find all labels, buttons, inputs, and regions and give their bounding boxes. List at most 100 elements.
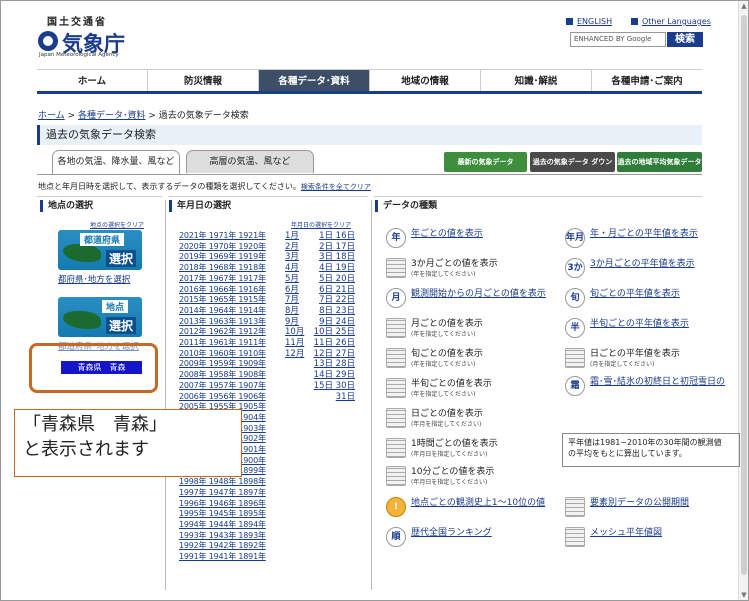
datatype-item[interactable]: 半半旬ごとの平年値を表示 — [565, 318, 689, 338]
year-link[interactable]: 2013年 1963年 1913年 — [179, 317, 266, 328]
datatype-label[interactable]: 地点ごとの観測史上1～10位の値 — [411, 497, 545, 509]
year-link[interactable]: 1997年 1947年 1897年 — [179, 488, 266, 499]
datatype-label[interactable]: 年ごとの値を表示 — [411, 228, 483, 240]
scrollbar-thumb[interactable] — [741, 15, 747, 575]
year-link[interactable]: 2010年 1960年 1910年 — [179, 349, 266, 360]
datatype-item[interactable]: 順歴代全国ランキング — [386, 527, 492, 547]
scroll-down-icon[interactable]: ▼ — [740, 591, 748, 599]
day-link[interactable]: 15日 30日 — [311, 381, 355, 392]
download-banner[interactable]: 過去の気象データ ダウンロード — [530, 152, 615, 186]
nav-region[interactable]: 地域の情報 — [370, 70, 481, 91]
latest-data-banner[interactable]: 最新の気象データ — [444, 152, 527, 172]
datatype-label[interactable]: 旬ごとの平年値を表示 — [590, 288, 680, 300]
year-link[interactable]: 2015年 1965年 1915年 — [179, 295, 266, 306]
year-link[interactable]: 2021年 1971年 1921年 — [179, 231, 266, 242]
datatype-item[interactable]: 月観測開始からの月ごとの値を表示 — [386, 288, 546, 308]
prefecture-select-button[interactable]: 都道府県 選択 — [58, 230, 142, 270]
year-link[interactable]: 1991年 1941年 1891年 — [179, 552, 266, 563]
regional-average-banner[interactable]: 過去の地域平均気象データ — [617, 152, 702, 172]
month-link[interactable]: 1月 — [285, 231, 304, 242]
english-link[interactable]: ENGLISH — [566, 17, 612, 26]
month-link[interactable]: 8月 — [285, 306, 304, 317]
datatype-label[interactable]: メッシュ平年値図 — [590, 527, 662, 539]
datatype-label[interactable]: 3か月ごとの平年値を表示 — [590, 258, 695, 270]
clear-all-link[interactable]: 検索条件を全てクリア — [301, 183, 371, 191]
month-link[interactable]: 11月 — [285, 338, 304, 349]
breadcrumb-data[interactable]: 各種データ･資料 — [78, 111, 146, 121]
clear-location-link[interactable]: 地点の選択をクリア — [90, 220, 144, 229]
search-input[interactable]: ENHANCED BY Google — [570, 32, 666, 47]
nav-knowledge[interactable]: 知識･解説 — [481, 70, 592, 91]
other-languages-link[interactable]: Other Languages — [631, 17, 711, 26]
month-link[interactable]: 5月 — [285, 274, 304, 285]
search-button[interactable]: 検索 — [667, 32, 703, 47]
year-link[interactable]: 2014年 1964年 1914年 — [179, 306, 266, 317]
datatype-item[interactable]: ! 地点ごとの観測史上1～10位の値 — [386, 497, 545, 517]
datatype-item[interactable]: 年年ごとの値を表示 — [386, 228, 483, 248]
datatype-item[interactable]: メッシュ平年値図 — [565, 527, 662, 547]
prefecture-link[interactable]: 都府県･地方を選択 — [58, 273, 130, 285]
nav-disaster[interactable]: 防災情報 — [148, 70, 259, 91]
year-link[interactable]: 2019年 1969年 1919年 — [179, 252, 266, 263]
breadcrumb-home[interactable]: ホーム — [38, 111, 65, 121]
nav-home[interactable]: ホーム — [37, 70, 148, 91]
datatype-item[interactable]: 年月 年・月ごとの平年値を表示 — [565, 228, 698, 248]
day-link[interactable]: 7日 22日 — [311, 295, 355, 306]
nav-data[interactable]: 各種データ･資料 — [259, 70, 370, 91]
day-link[interactable]: 10日 25日 — [311, 327, 355, 338]
month-link[interactable]: 6月 — [285, 285, 304, 296]
year-link[interactable]: 2012年 1962年 1912年 — [179, 327, 266, 338]
year-link[interactable]: 1993年 1943年 1893年 — [179, 531, 266, 542]
year-link[interactable]: 1994年 1944年 1894年 — [179, 520, 266, 531]
day-link[interactable]: 5日 20日 — [311, 274, 355, 285]
month-link[interactable]: 3月 — [285, 252, 304, 263]
day-link[interactable]: 8日 23日 — [311, 306, 355, 317]
year-link[interactable]: 2018年 1968年 1918年 — [179, 263, 266, 274]
datatype-label[interactable]: 半旬ごとの平年値を表示 — [590, 318, 689, 330]
year-link[interactable]: 1996年 1946年 1896年 — [179, 499, 266, 510]
day-link[interactable]: 6日 21日 — [311, 285, 355, 296]
month-link[interactable]: 7月 — [285, 295, 304, 306]
datatype-item[interactable]: 霜霜･雪･結氷の初終日と初冠雪日の — [565, 376, 725, 396]
year-link[interactable]: 2007年 1957年 1907年 — [179, 381, 266, 392]
scroll-up-icon[interactable]: ▲ — [740, 2, 748, 10]
day-link[interactable]: 1日 16日 — [311, 231, 355, 242]
day-link[interactable]: 4日 19日 — [311, 263, 355, 274]
day-link[interactable]: 31日 — [311, 392, 355, 403]
clear-date-link[interactable]: 年月日の選択をクリア — [291, 220, 351, 229]
datatype-label[interactable]: 霜･雪･結氷の初終日と初冠雪日の — [590, 376, 725, 388]
month-link[interactable]: 10月 — [285, 327, 304, 338]
year-link[interactable]: 2016年 1966年 1916年 — [179, 285, 266, 296]
day-link[interactable]: 13日 28日 — [311, 359, 355, 370]
day-link[interactable]: 2日 17日 — [311, 242, 355, 253]
datatype-item[interactable]: 旬旬ごとの平年値を表示 — [565, 288, 680, 308]
month-link[interactable]: 9月 — [285, 317, 304, 328]
year-link[interactable]: 2020年 1970年 1920年 — [179, 242, 266, 253]
vertical-scrollbar[interactable]: ▲ ▼ — [738, 1, 748, 600]
month-link[interactable]: 12月 — [285, 349, 304, 360]
datatype-item[interactable]: 要素別データの公開期間 — [565, 497, 689, 517]
year-link[interactable]: 2008年 1958年 1908年 — [179, 370, 266, 381]
day-link[interactable]: 14日 29日 — [311, 370, 355, 381]
tab-surface[interactable]: 各地の気温、降水量、風など — [52, 150, 180, 175]
year-link[interactable]: 1992年 1942年 1892年 — [179, 541, 266, 552]
year-link[interactable]: 1995年 1945年 1895年 — [179, 509, 266, 520]
day-link[interactable]: 9日 24日 — [311, 317, 355, 328]
datatype-label[interactable]: 観測開始からの月ごとの値を表示 — [411, 288, 546, 300]
month-link[interactable]: 4月 — [285, 263, 304, 274]
station-select-button[interactable]: 地点 選択 — [58, 297, 142, 337]
day-link[interactable]: 11日 26日 — [311, 338, 355, 349]
tab-upper-air[interactable]: 高層の気温、風など — [186, 150, 314, 173]
nav-applications[interactable]: 各種申請･ご案内 — [592, 70, 702, 91]
year-link[interactable]: 2009年 1959年 1909年 — [179, 359, 266, 370]
year-link[interactable]: 2011年 1961年 1911年 — [179, 338, 266, 349]
year-link[interactable]: 1998年 1948年 1898年 — [179, 477, 266, 488]
datatype-label[interactable]: 歴代全国ランキング — [411, 527, 492, 539]
datatype-item[interactable]: 3か 3か月ごとの平年値を表示 — [565, 258, 695, 278]
datatype-label[interactable]: 年・月ごとの平年値を表示 — [590, 228, 698, 240]
month-link[interactable]: 2月 — [285, 242, 304, 253]
year-link[interactable]: 2017年 1967年 1917年 — [179, 274, 266, 285]
day-link[interactable]: 12日 27日 — [311, 349, 355, 360]
datatype-label[interactable]: 要素別データの公開期間 — [590, 497, 689, 509]
year-link[interactable]: 2006年 1956年 1906年 — [179, 392, 266, 403]
